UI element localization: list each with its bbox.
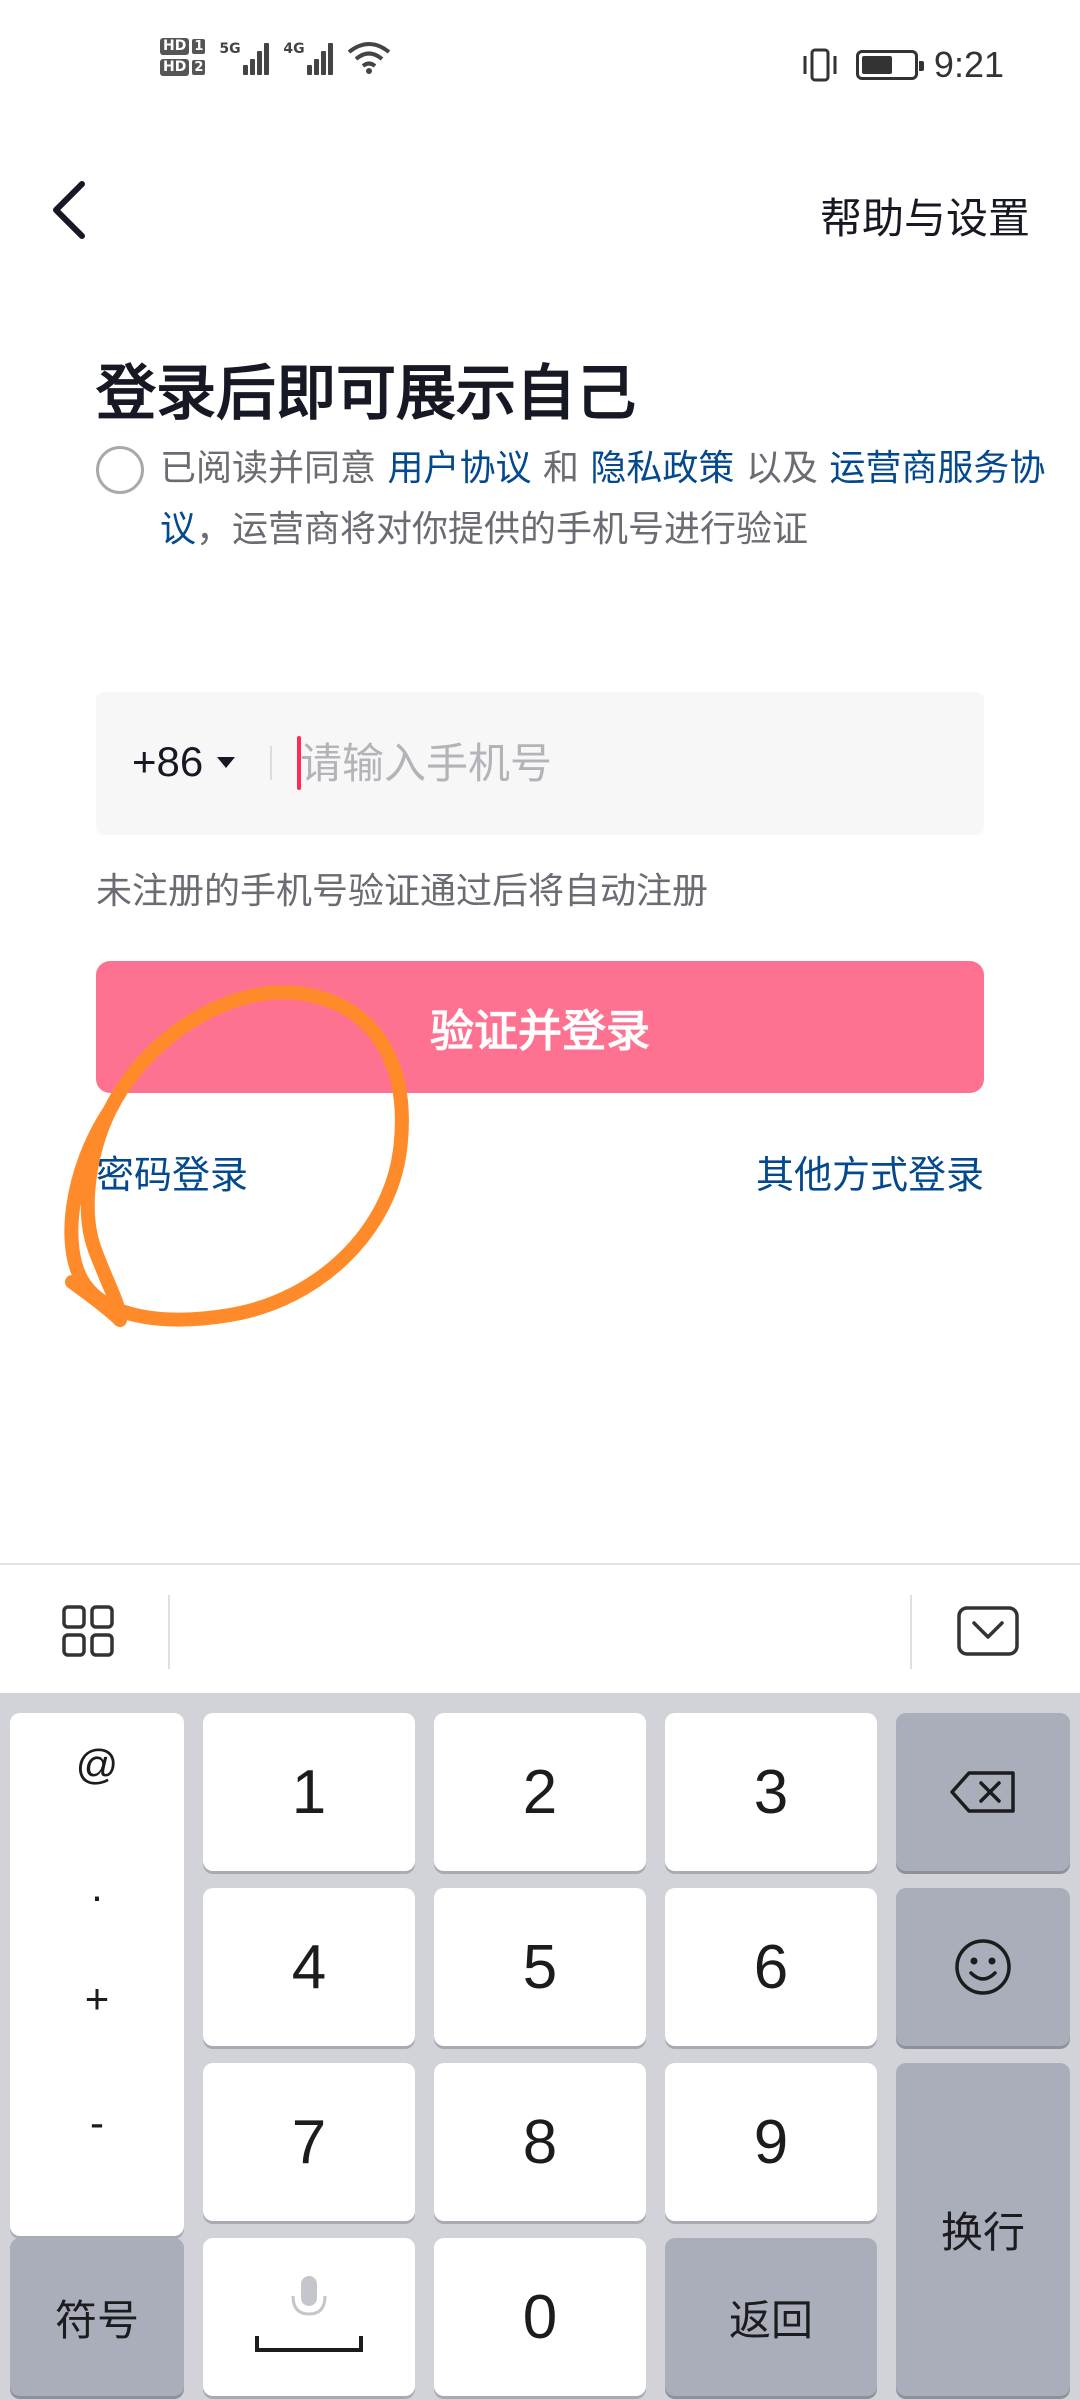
clock: 9:21 <box>933 44 1004 85</box>
key-plus[interactable]: + <box>10 1975 184 2023</box>
privacy-policy-link[interactable]: 隐私政策 <box>590 448 734 489</box>
user-agreement-link[interactable]: 用户协议 <box>387 448 531 489</box>
sim-number: 2 <box>192 60 206 75</box>
auto-register-hint: 未注册的手机号验证通过后将自动注册 <box>96 871 709 912</box>
phone-input-box: +86 <box>96 692 984 835</box>
backspace-key[interactable] <box>896 1713 1070 1871</box>
keyboard-menu-button[interactable] <box>60 1603 116 1659</box>
battery-fill <box>861 56 892 74</box>
sim1-indicator: HD 1 <box>160 38 206 55</box>
key-4[interactable]: 4 <box>203 1888 415 2046</box>
key-at[interactable]: @ <box>10 1741 184 1789</box>
sim-indicators: HD 1 HD 2 <box>160 38 206 76</box>
toolbar-divider <box>910 1595 912 1669</box>
newline-key[interactable]: 换行 <box>896 2063 1070 2396</box>
page-title: 登录后即可展示自己 <box>96 359 636 429</box>
key-7[interactable]: 7 <box>203 2063 415 2221</box>
agreement-and: 和 <box>542 448 579 489</box>
signal-icon: 4G <box>283 39 334 75</box>
input-divider <box>270 746 272 780</box>
key-0[interactable]: 0 <box>434 2238 646 2396</box>
backspace-icon <box>950 1771 1015 1813</box>
battery-icon <box>855 50 924 80</box>
country-code: +86 <box>132 738 204 785</box>
status-left: HD 1 HD 2 5G 4G <box>160 38 391 76</box>
symbol-column: @ . + - <box>10 1713 184 2236</box>
sim-number: 1 <box>192 39 206 54</box>
toolbar-divider <box>168 1595 170 1669</box>
key-5[interactable]: 5 <box>434 1888 646 2046</box>
key-6[interactable]: 6 <box>665 1888 877 2046</box>
status-bar: HD 1 HD 2 5G 4G 9:21 <box>0 0 1080 140</box>
password-login-link[interactable]: 密码登录 <box>96 1144 248 1199</box>
phone-number-input[interactable] <box>300 730 940 796</box>
symbol-key[interactable]: 符号 <box>10 2238 184 2396</box>
wifi-icon <box>348 42 391 74</box>
agreement-prefix: 已阅读并同意 <box>160 448 377 489</box>
network-type: 4G <box>283 41 305 57</box>
caret-down-icon <box>217 756 236 768</box>
emoji-icon <box>955 1939 1011 1995</box>
signal-icon: 5G <box>219 39 270 75</box>
key-2[interactable]: 2 <box>434 1713 646 1871</box>
agreement-text: 已阅读并同意 用户协议 和 隐私政策 以及 运营商服务协议，运营商将对你提供的手… <box>160 438 1060 560</box>
network-type: 5G <box>219 41 241 57</box>
keyboard-hide-icon <box>957 1606 1019 1656</box>
chevron-left-icon <box>53 181 85 239</box>
numeric-keyboard: @ . + - 1 2 3 4 5 6 7 8 9 换行 符号 0 返回 <box>0 1693 1080 2400</box>
sim2-indicator: HD 2 <box>160 59 206 76</box>
keyboard-toolbar <box>0 1563 1080 1693</box>
hd-badge: HD <box>160 59 190 76</box>
key-minus[interactable]: - <box>10 2099 184 2147</box>
hd-badge: HD <box>160 38 190 55</box>
emoji-key[interactable] <box>896 1888 1070 2046</box>
agreement-also: 以及 <box>745 448 818 489</box>
back-button[interactable] <box>40 170 100 250</box>
key-3[interactable]: 3 <box>665 1713 877 1871</box>
help-settings-link[interactable]: 帮助与设置 <box>820 185 1030 246</box>
agreement-checkbox[interactable] <box>96 446 144 494</box>
key-9[interactable]: 9 <box>665 2063 877 2221</box>
agreement-suffix: ，运营商将对你提供的手机号进行验证 <box>196 509 809 550</box>
other-login-link[interactable]: 其他方式登录 <box>756 1144 984 1199</box>
key-1[interactable]: 1 <box>203 1713 415 1871</box>
space-voice-key[interactable] <box>203 2238 415 2396</box>
microphone-icon <box>255 2276 363 2352</box>
vibrate-icon <box>803 48 837 82</box>
verify-login-button[interactable]: 验证并登录 <box>96 961 984 1093</box>
return-key[interactable]: 返回 <box>665 2238 877 2396</box>
country-code-selector[interactable]: +86 <box>132 738 236 786</box>
hide-keyboard-button[interactable] <box>956 1605 1020 1657</box>
status-right: 9:21 <box>800 44 1004 86</box>
key-dot[interactable]: . <box>10 1863 184 1911</box>
grid-menu-icon <box>62 1605 114 1657</box>
key-8[interactable]: 8 <box>434 2063 646 2221</box>
